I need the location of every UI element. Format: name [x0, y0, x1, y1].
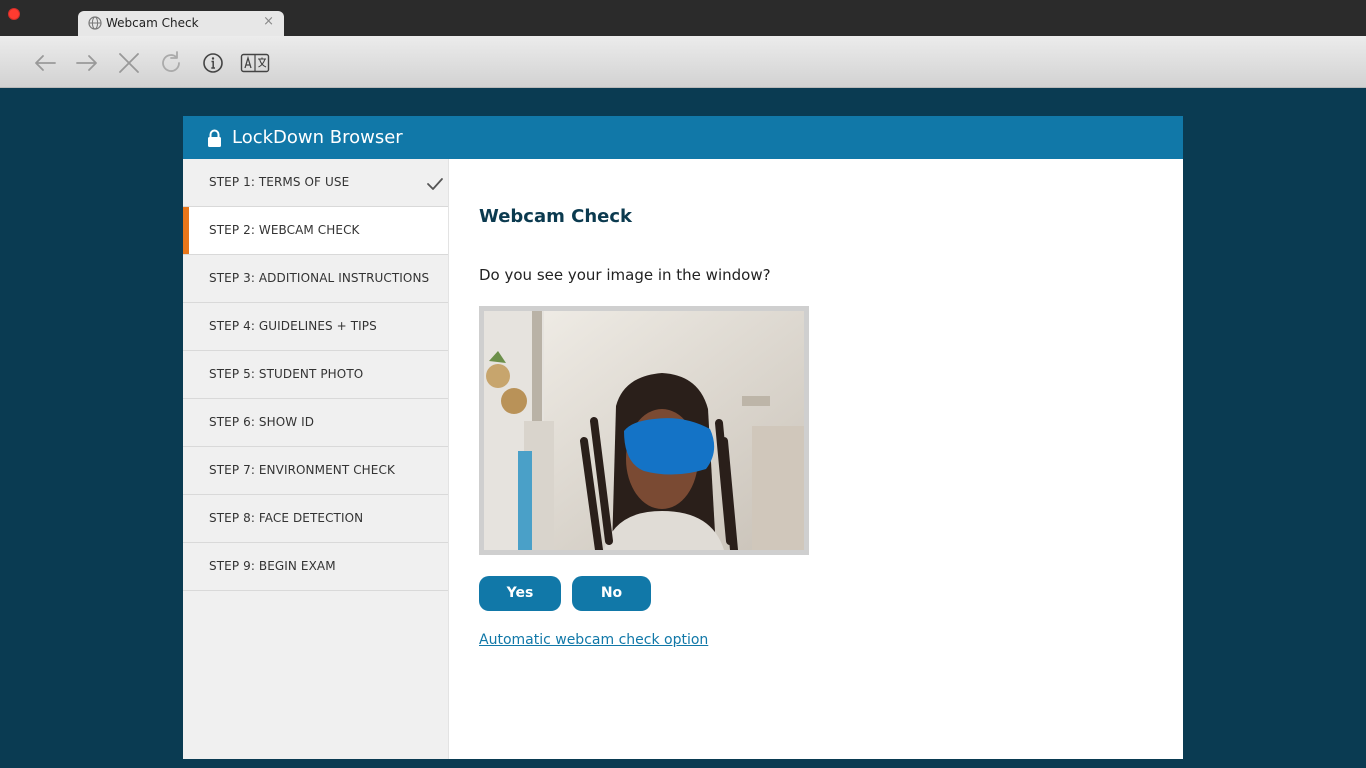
tab-close-icon[interactable]: × [263, 14, 274, 29]
step-face-detection[interactable]: STEP 8: FACE DETECTION [183, 495, 448, 543]
step-label: STEP 4: GUIDELINES + TIPS [209, 319, 377, 333]
step-webcam-check[interactable]: STEP 2: WEBCAM CHECK [183, 207, 448, 255]
step-label: STEP 3: ADDITIONAL INSTRUCTIONS [209, 271, 430, 285]
lockdown-browser-panel: LockDown Browser STEP 1: TERMS OF USE ST… [183, 116, 1183, 759]
automatic-webcam-check-link[interactable]: Automatic webcam check option [479, 632, 708, 648]
main-content: Webcam Check Do you see your image in th… [479, 159, 1179, 759]
step-additional-instructions[interactable]: STEP 3: ADDITIONAL INSTRUCTIONS [183, 255, 448, 303]
step-label: STEP 2: WEBCAM CHECK [209, 223, 360, 237]
step-label: STEP 9: BEGIN EXAM [209, 559, 336, 573]
forward-arrow-icon[interactable] [74, 50, 100, 76]
tab-title: Webcam Check [106, 16, 199, 30]
step-terms-of-use[interactable]: STEP 1: TERMS OF USE [183, 159, 448, 207]
app-header: LockDown Browser [183, 116, 1183, 159]
step-guidelines-tips[interactable]: STEP 4: GUIDELINES + TIPS [183, 303, 448, 351]
info-icon[interactable] [200, 50, 226, 76]
browser-tab[interactable]: Webcam Check × [78, 11, 284, 36]
window-close-button[interactable] [8, 8, 20, 20]
globe-icon [88, 16, 102, 30]
webcam-preview [479, 306, 809, 555]
page-title: Webcam Check [479, 206, 633, 227]
step-label: STEP 1: TERMS OF USE [209, 175, 350, 189]
back-arrow-icon[interactable] [32, 50, 58, 76]
translate-icon[interactable] [240, 50, 270, 76]
browser-toolbar [0, 36, 1366, 88]
reload-icon[interactable] [158, 50, 184, 76]
step-label: STEP 5: STUDENT PHOTO [209, 367, 364, 381]
checkmark-icon [427, 178, 443, 190]
step-begin-exam[interactable]: STEP 9: BEGIN EXAM [183, 543, 448, 591]
webcam-image [484, 311, 804, 550]
webcam-question: Do you see your image in the window? [479, 266, 771, 284]
yes-button[interactable]: Yes [479, 576, 561, 611]
no-button[interactable]: No [572, 576, 651, 611]
lock-icon [208, 129, 221, 147]
stop-icon[interactable] [116, 50, 142, 76]
step-label: STEP 8: FACE DETECTION [209, 511, 364, 525]
step-student-photo[interactable]: STEP 5: STUDENT PHOTO [183, 351, 448, 399]
step-show-id[interactable]: STEP 6: SHOW ID [183, 399, 448, 447]
step-environment-check[interactable]: STEP 7: ENVIRONMENT CHECK [183, 447, 448, 495]
steps-sidebar: STEP 1: TERMS OF USE STEP 2: WEBCAM CHEC… [183, 159, 449, 759]
window-titlebar: Webcam Check × [0, 0, 1366, 36]
step-label: STEP 7: ENVIRONMENT CHECK [209, 463, 395, 477]
step-label: STEP 6: SHOW ID [209, 415, 315, 429]
app-title: LockDown Browser [232, 127, 403, 148]
